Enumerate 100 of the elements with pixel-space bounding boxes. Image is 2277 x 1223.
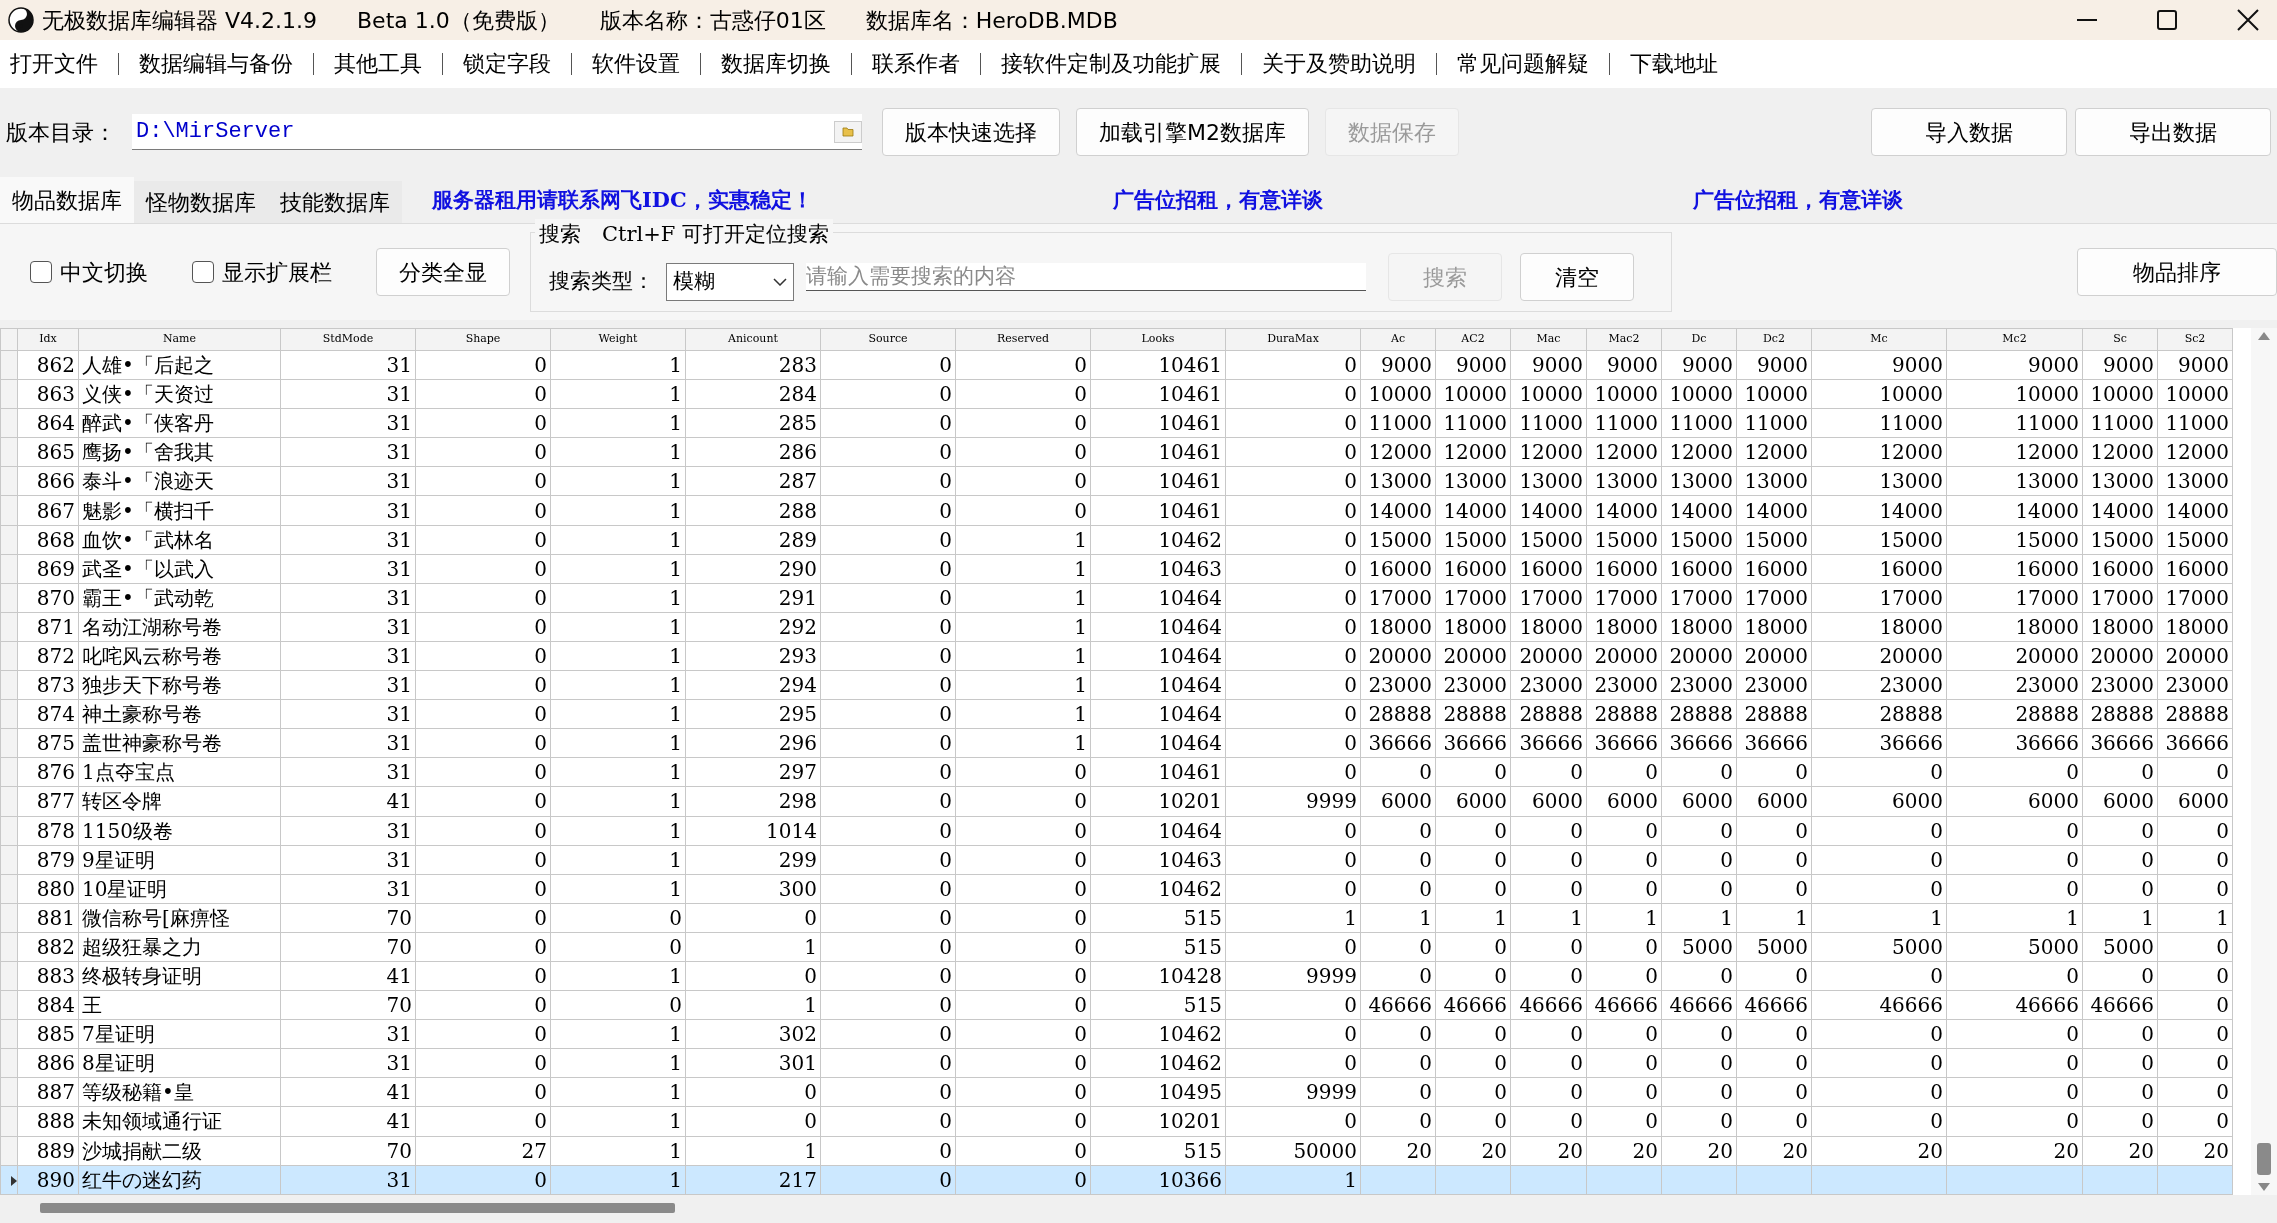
table-cell[interactable]: 14000 [1360, 495, 1436, 526]
table-cell[interactable]: 1 [685, 1136, 821, 1166]
table-cell[interactable]: 0 [1586, 961, 1662, 991]
table-cell[interactable]: 31 [280, 670, 416, 700]
table-cell[interactable]: 10461 [1090, 350, 1226, 380]
tab[interactable]: 物品数据库 [0, 177, 134, 223]
table-cell[interactable]: 10000 [2157, 379, 2233, 409]
table-cell[interactable]: 0 [415, 583, 551, 613]
table-cell[interactable]: 10461 [1090, 408, 1226, 438]
table-cell[interactable]: 5000 [1811, 932, 1947, 962]
table-cell[interactable]: 0 [1225, 990, 1361, 1020]
table-cell[interactable]: 0 [1510, 1019, 1587, 1049]
table-cell[interactable]: 1 [550, 525, 686, 555]
table-cell[interactable]: 0 [1586, 1048, 1662, 1078]
table-cell[interactable]: 0 [1435, 816, 1511, 846]
table-cell[interactable]: 0 [820, 932, 956, 962]
table-cell[interactable]: 12000 [1661, 437, 1737, 467]
table-cell[interactable]: 36666 [1736, 728, 1812, 758]
table-cell[interactable]: 17000 [2157, 583, 2233, 613]
table-cell[interactable]: 0 [1510, 845, 1587, 875]
table-cell[interactable]: 0 [1510, 961, 1587, 991]
table-cell[interactable]: 10428 [1090, 961, 1226, 991]
table-cell[interactable]: 887 [17, 1077, 79, 1107]
table-cell[interactable]: 298 [685, 786, 821, 816]
table-cell[interactable]: 890 [17, 1165, 79, 1195]
table-cell[interactable]: 0 [820, 554, 956, 584]
table-cell[interactable]: 8星证明 [78, 1048, 281, 1078]
table-cell[interactable]: 888 [17, 1106, 79, 1137]
table-cell[interactable]: 1 [685, 990, 821, 1020]
table-cell[interactable]: 23000 [1586, 670, 1662, 700]
table-cell[interactable]: 0 [820, 495, 956, 526]
table-cell[interactable]: 0 [415, 525, 551, 555]
table-cell[interactable]: 0 [1225, 932, 1361, 962]
table-cell[interactable]: 41 [280, 1106, 416, 1137]
table-cell[interactable]: 0 [955, 816, 1091, 846]
table-cell[interactable]: 0 [2082, 874, 2158, 904]
table-cell[interactable]: 889 [17, 1136, 79, 1166]
table-cell[interactable]: 0 [820, 350, 956, 380]
table-cell[interactable]: 0 [2082, 816, 2158, 846]
table-cell[interactable]: 9999 [1225, 786, 1361, 816]
button[interactable]: 加载引擎M2数据库 [1076, 108, 1309, 156]
table-cell[interactable]: 10464 [1090, 699, 1226, 729]
table-cell[interactable]: 23000 [1946, 670, 2083, 700]
column-header[interactable]: Source [820, 328, 956, 351]
table-cell[interactable]: 醉武•「侠客丹 [78, 408, 281, 438]
table-cell[interactable]: 0 [415, 379, 551, 409]
table-cell[interactable]: 885 [17, 1019, 79, 1049]
table-cell[interactable]: 0 [415, 495, 551, 526]
table-cell[interactable]: 0 [1661, 1048, 1737, 1078]
table-cell[interactable]: 20 [1946, 1136, 2083, 1166]
table-cell[interactable]: 9000 [1360, 350, 1436, 380]
menu-item[interactable]: 常见问题解疑 [1436, 53, 1609, 75]
table-cell[interactable]: 18000 [1946, 612, 2083, 642]
table-cell[interactable]: 20000 [1510, 641, 1587, 671]
table-cell[interactable]: 10462 [1090, 874, 1226, 904]
table-cell[interactable]: 70 [280, 1136, 416, 1166]
table-cell[interactable]: 神土豪称号卷 [78, 699, 281, 729]
table-cell[interactable]: 14000 [2157, 495, 2233, 526]
table-cell[interactable]: 0 [820, 961, 956, 991]
table-cell[interactable]: 23000 [1811, 670, 1947, 700]
table-cell[interactable]: 0 [1225, 1019, 1361, 1049]
table-cell[interactable]: 0 [955, 1136, 1091, 1166]
table-cell[interactable]: 0 [820, 990, 956, 1020]
table-cell[interactable]: 0 [1586, 1077, 1662, 1107]
table-cell[interactable]: 31 [280, 408, 416, 438]
table-cell[interactable]: 291 [685, 583, 821, 613]
table-cell[interactable]: 11000 [1586, 408, 1662, 438]
table-cell[interactable]: 16000 [2082, 554, 2158, 584]
table-cell[interactable]: 31 [280, 1019, 416, 1049]
table-cell[interactable]: 0 [1510, 1106, 1587, 1137]
table-cell[interactable]: 10201 [1090, 786, 1226, 816]
table-cell[interactable]: 1 [550, 612, 686, 642]
table-cell[interactable]: 46666 [1360, 990, 1436, 1020]
table-cell[interactable]: 1 [550, 874, 686, 904]
table-cell[interactable]: 20 [1360, 1136, 1436, 1166]
table-cell[interactable]: 1 [550, 466, 686, 496]
table-cell[interactable]: 0 [550, 990, 686, 1020]
table-cell[interactable]: 0 [955, 1019, 1091, 1049]
table-cell[interactable]: 14000 [1946, 495, 2083, 526]
table-cell[interactable]: 1 [955, 583, 1091, 613]
table-cell[interactable]: 31 [280, 1048, 416, 1078]
table-cell[interactable]: 1 [1586, 903, 1662, 933]
table-cell[interactable]: 0 [1360, 757, 1436, 787]
table-cell[interactable]: 1 [550, 1136, 686, 1166]
table-cell[interactable]: 血饮•「武林名 [78, 525, 281, 555]
table-cell[interactable]: 300 [685, 874, 821, 904]
table-cell[interactable]: 6000 [1586, 786, 1662, 816]
table-cell[interactable]: 1 [550, 1077, 686, 1107]
table-cell[interactable]: 0 [1225, 641, 1361, 671]
table-cell[interactable]: 泰斗•「浪迹天 [78, 466, 281, 496]
table-cell[interactable]: 0 [415, 1048, 551, 1078]
table-cell[interactable]: 0 [2157, 1077, 2233, 1107]
column-header[interactable]: Sc2 [2157, 328, 2233, 351]
table-cell[interactable]: 0 [955, 350, 1091, 380]
table-cell[interactable]: 13000 [1736, 466, 1812, 496]
table-cell[interactable]: 881 [17, 903, 79, 933]
table-cell[interactable]: 10000 [1435, 379, 1511, 409]
table-cell[interactable]: 28888 [1360, 699, 1436, 729]
table-cell[interactable]: 0 [1435, 932, 1511, 962]
table-cell[interactable]: 6000 [1661, 786, 1737, 816]
